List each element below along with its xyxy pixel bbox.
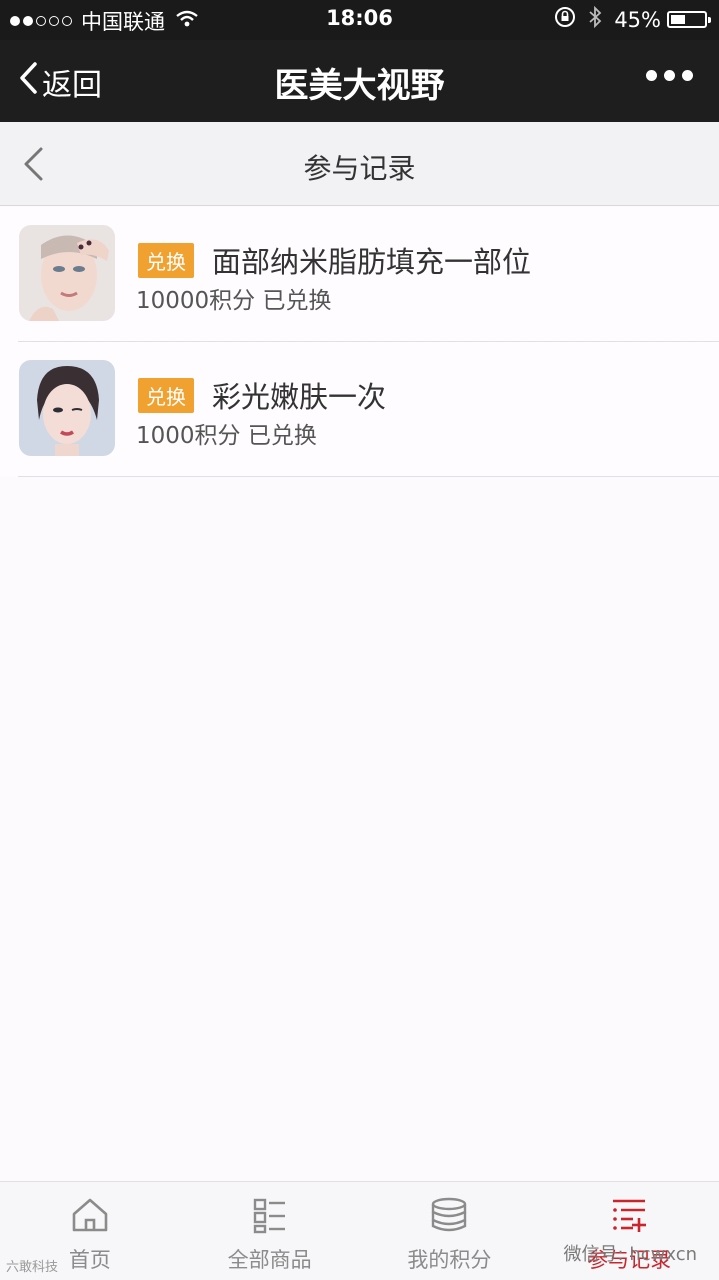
item-name: 彩光嫩肤一次 [212, 380, 387, 414]
tab-label: 我的积分 [407, 1248, 492, 1272]
item-meta: 1000积分 已兑换 [136, 423, 317, 449]
bluetooth-icon [588, 5, 602, 33]
coins-stack-icon [429, 1196, 469, 1238]
battery-icon [667, 11, 711, 28]
status-right: 45% [554, 5, 711, 33]
item-name: 面部纳米脂肪填充一部位 [212, 245, 532, 279]
tab-all-products[interactable]: 全部商品 [180, 1182, 360, 1280]
list-item[interactable]: 兑换 面部纳米脂肪填充一部位 10000积分 已兑换 [0, 207, 719, 341]
tab-label: 全部商品 [227, 1248, 312, 1272]
rotation-lock-icon [554, 6, 576, 33]
product-thumbnail [19, 360, 115, 456]
record-list-icon [609, 1196, 649, 1238]
tab-my-points[interactable]: 我的积分 [360, 1182, 540, 1280]
more-dots-icon[interactable] [639, 70, 693, 81]
grid-list-icon [252, 1196, 288, 1238]
home-icon [70, 1196, 110, 1238]
battery-percent: 45% [614, 7, 661, 32]
record-list: 兑换 面部纳米脂肪填充一部位 10000积分 已兑换 兑换 彩光嫩肤一次 100… [0, 207, 719, 477]
exchange-tag: 兑换 [138, 243, 194, 278]
item-meta: 10000积分 已兑换 [136, 288, 332, 314]
sub-header: 参与记录 [0, 122, 719, 206]
list-item[interactable]: 兑换 彩光嫩肤一次 1000积分 已兑换 [18, 341, 719, 477]
product-thumbnail [19, 225, 115, 321]
page-title: 医美大视野 [274, 66, 445, 106]
exchange-tag: 兑换 [138, 378, 194, 413]
watermark-left: 六敢科技 [6, 1260, 59, 1275]
section-title: 参与记录 [303, 152, 416, 185]
nav-bar: 返回 医美大视野 [0, 40, 719, 122]
watermark-right: 微信号: hcwxcn [563, 1244, 697, 1265]
status-bar: 中国联通 18:06 45% [0, 0, 719, 40]
